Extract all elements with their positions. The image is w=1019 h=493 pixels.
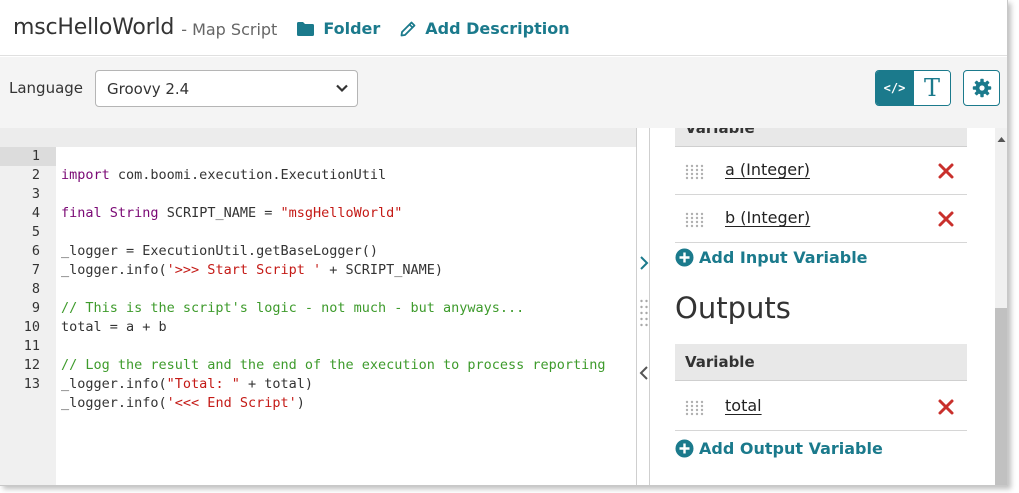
page-subtitle: - Map Script bbox=[181, 20, 278, 39]
code-line[interactable]: 2 bbox=[0, 147, 636, 183]
settings-button[interactable] bbox=[963, 70, 1000, 106]
outputs-heading: Outputs bbox=[675, 291, 791, 325]
code-line[interactable]: 13 _logger.info('<<< End Script') bbox=[0, 356, 636, 411]
scroll-up-arrow-icon[interactable] bbox=[997, 136, 1006, 143]
code-line[interactable]: 3 final String SCRIPT_NAME = "msgHelloWo… bbox=[0, 166, 636, 221]
view-toggle-group: </> T bbox=[875, 70, 951, 106]
code-view-button[interactable]: </> bbox=[876, 71, 913, 105]
panel-splitter[interactable] bbox=[636, 128, 650, 485]
code-text: _logger.info("Total: " + total) bbox=[61, 376, 313, 392]
add-description-label: Add Description bbox=[425, 19, 570, 38]
code-line[interactable]: 1 import com.boomi.execution.ExecutionUt… bbox=[0, 128, 636, 183]
variable-name-link[interactable]: a (Integer) bbox=[725, 160, 810, 179]
language-label: Language bbox=[9, 79, 84, 97]
code-line[interactable]: 5 _logger = ExecutionUtil.getBaseLogger(… bbox=[0, 204, 636, 259]
chevron-right-icon[interactable] bbox=[638, 255, 650, 271]
input-variable-row[interactable]: b (Integer) bbox=[675, 195, 967, 243]
panel-scrollbar[interactable] bbox=[995, 128, 1007, 485]
drag-handle-icon[interactable] bbox=[685, 400, 705, 416]
close-icon[interactable] bbox=[937, 210, 955, 228]
plus-circle-icon bbox=[675, 439, 694, 458]
code-editor[interactable]: 1 import com.boomi.execution.ExecutionUt… bbox=[0, 128, 636, 485]
pencil-icon bbox=[400, 21, 416, 36]
folder-icon bbox=[297, 21, 315, 36]
variable-name-link[interactable]: b (Integer) bbox=[725, 208, 810, 227]
close-icon[interactable] bbox=[937, 398, 955, 416]
output-variable-row[interactable]: total bbox=[675, 383, 967, 431]
text-format-icon: T bbox=[923, 74, 940, 102]
code-text: _logger.info('<<< End Script') bbox=[61, 395, 305, 411]
text-view-button[interactable]: T bbox=[912, 71, 950, 105]
add-output-variable-button[interactable]: Add Output Variable bbox=[675, 439, 883, 458]
folder-link[interactable]: Folder bbox=[297, 19, 380, 38]
outputs-column-header: Variable bbox=[675, 344, 967, 381]
language-selected-value: Groovy 2.4 bbox=[107, 79, 190, 98]
header-bar: mscHelloWorld - Map Script Folder Add De… bbox=[0, 0, 1007, 56]
code-line[interactable]: 9 total = a + b bbox=[0, 280, 636, 335]
chevron-down-icon bbox=[336, 84, 348, 93]
variables-panel: Variable a (Integer) b (Integer) Add Inp… bbox=[650, 128, 995, 485]
add-output-variable-label: Add Output Variable bbox=[699, 439, 883, 458]
drag-handle-icon[interactable] bbox=[639, 298, 649, 332]
code-icon: </> bbox=[883, 81, 906, 95]
input-variable-row[interactable]: a (Integer) bbox=[675, 147, 967, 195]
code-line[interactable]: 8 // This is the script's logic - not mu… bbox=[0, 261, 636, 316]
add-description-link[interactable]: Add Description bbox=[400, 19, 570, 38]
code-line[interactable]: 12 _logger.info("Total: " + total) bbox=[0, 337, 636, 392]
inputs-column-header: Variable bbox=[675, 128, 967, 147]
code-line[interactable]: 4 bbox=[0, 185, 636, 221]
page-title: mscHelloWorld bbox=[13, 15, 175, 40]
drag-handle-icon[interactable] bbox=[685, 212, 705, 228]
language-toolbar: Language Groovy 2.4 </> T bbox=[0, 57, 1007, 128]
chevron-left-icon[interactable] bbox=[638, 365, 650, 381]
close-icon[interactable] bbox=[937, 162, 955, 180]
folder-label: Folder bbox=[323, 19, 381, 38]
code-line[interactable]: 11 // Log the result and the end of the … bbox=[0, 318, 636, 373]
code-line[interactable]: 6 _logger.info('>>> Start Script ' + SCR… bbox=[0, 223, 636, 278]
plus-circle-icon bbox=[675, 248, 694, 267]
gear-icon bbox=[972, 78, 991, 98]
map-script-editor-window: mscHelloWorld - Map Script Folder Add De… bbox=[0, 0, 1008, 486]
drag-handle-icon[interactable] bbox=[685, 164, 705, 180]
add-input-variable-label: Add Input Variable bbox=[699, 248, 868, 267]
code-line[interactable]: 7 bbox=[0, 242, 636, 278]
scrollbar-thumb[interactable] bbox=[995, 308, 1007, 485]
variable-name-link[interactable]: total bbox=[725, 396, 762, 415]
add-input-variable-button[interactable]: Add Input Variable bbox=[675, 248, 868, 267]
line-number: 13 bbox=[23, 376, 40, 392]
language-select[interactable]: Groovy 2.4 bbox=[95, 70, 358, 107]
code-line[interactable]: 10 bbox=[0, 299, 636, 335]
